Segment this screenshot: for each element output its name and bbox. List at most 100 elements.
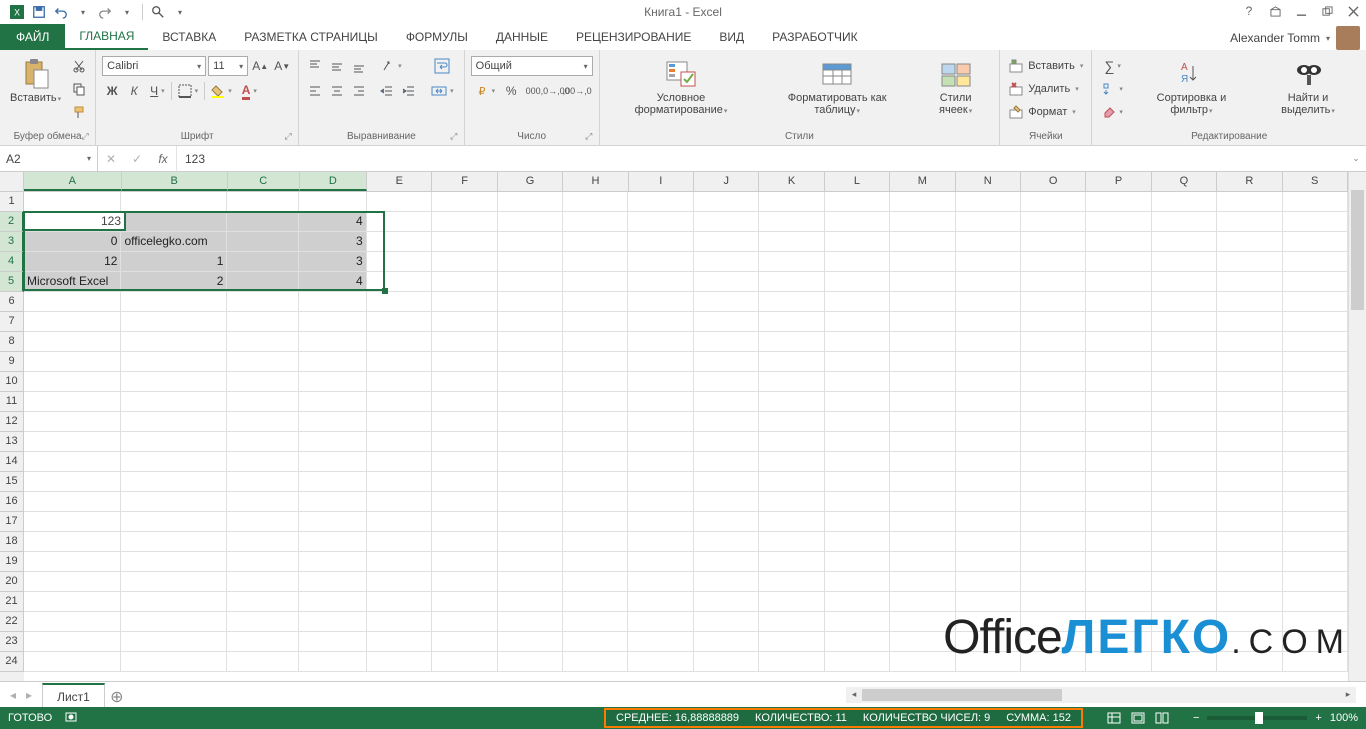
- cell[interactable]: [890, 252, 955, 272]
- cell[interactable]: [227, 332, 299, 352]
- cell[interactable]: [956, 532, 1021, 552]
- cell[interactable]: [24, 592, 121, 612]
- cell[interactable]: [24, 492, 121, 512]
- cell[interactable]: [628, 512, 693, 532]
- cell[interactable]: [956, 212, 1021, 232]
- cell[interactable]: [1152, 652, 1217, 672]
- cell[interactable]: [759, 532, 824, 552]
- cell[interactable]: [299, 292, 366, 312]
- cell[interactable]: [694, 292, 759, 312]
- cell[interactable]: [1086, 392, 1151, 412]
- cell[interactable]: [24, 572, 121, 592]
- cell[interactable]: [299, 452, 366, 472]
- cell[interactable]: [1217, 512, 1282, 532]
- cell[interactable]: [367, 412, 432, 432]
- cell[interactable]: [628, 252, 693, 272]
- cell[interactable]: [498, 432, 563, 452]
- cell[interactable]: [299, 652, 366, 672]
- cell[interactable]: [825, 332, 890, 352]
- add-sheet-button[interactable]: ⊕: [105, 687, 129, 707]
- cell[interactable]: [1021, 272, 1086, 292]
- worksheet-grid[interactable]: ABCDEFGHIJKLMNOPQRS 12345678910111213141…: [0, 172, 1366, 681]
- cell[interactable]: [563, 572, 628, 592]
- font-color-button[interactable]: А▾: [238, 81, 261, 101]
- cell[interactable]: [121, 532, 227, 552]
- sheet-next-icon[interactable]: ▸: [26, 688, 32, 702]
- cell[interactable]: [694, 212, 759, 232]
- cell[interactable]: [1217, 232, 1282, 252]
- cell[interactable]: [1086, 192, 1151, 212]
- col-header-N[interactable]: N: [956, 172, 1021, 191]
- cell[interactable]: [1152, 352, 1217, 372]
- cell[interactable]: [563, 632, 628, 652]
- cell[interactable]: [825, 392, 890, 412]
- cell[interactable]: [694, 552, 759, 572]
- cell[interactable]: [432, 412, 497, 432]
- cell[interactable]: [694, 332, 759, 352]
- col-header-O[interactable]: O: [1021, 172, 1086, 191]
- cell[interactable]: [759, 552, 824, 572]
- cell[interactable]: [890, 552, 955, 572]
- cell[interactable]: [628, 472, 693, 492]
- cell[interactable]: [1217, 472, 1282, 492]
- merge-button[interactable]: ▾: [427, 81, 458, 101]
- cell[interactable]: [694, 252, 759, 272]
- cell[interactable]: [432, 432, 497, 452]
- cell[interactable]: [1283, 232, 1348, 252]
- cell[interactable]: [956, 652, 1021, 672]
- cell[interactable]: [121, 512, 227, 532]
- cell[interactable]: [1217, 312, 1282, 332]
- cell[interactable]: [1021, 612, 1086, 632]
- cell[interactable]: [694, 272, 759, 292]
- cell[interactable]: [1152, 512, 1217, 532]
- cell[interactable]: [1283, 532, 1348, 552]
- cell[interactable]: [1152, 472, 1217, 492]
- vertical-scrollbar[interactable]: [1348, 172, 1366, 681]
- cell[interactable]: [759, 492, 824, 512]
- cell[interactable]: [1152, 232, 1217, 252]
- cell[interactable]: [299, 512, 366, 532]
- cell[interactable]: [432, 492, 497, 512]
- cell[interactable]: [498, 532, 563, 552]
- cell[interactable]: [367, 232, 432, 252]
- cell[interactable]: [563, 472, 628, 492]
- currency-button[interactable]: ₽▾: [471, 81, 500, 101]
- cell[interactable]: [227, 632, 299, 652]
- cell[interactable]: [1217, 632, 1282, 652]
- cell[interactable]: [694, 652, 759, 672]
- cell[interactable]: [825, 592, 890, 612]
- cell[interactable]: [367, 452, 432, 472]
- row-header-14[interactable]: 14: [0, 452, 24, 472]
- cell[interactable]: [694, 592, 759, 612]
- cell[interactable]: [1283, 452, 1348, 472]
- cell[interactable]: [694, 192, 759, 212]
- cell[interactable]: Microsoft Excel: [24, 272, 121, 292]
- row-header-1[interactable]: 1: [0, 192, 24, 212]
- cell[interactable]: [227, 472, 299, 492]
- cell[interactable]: [563, 252, 628, 272]
- cell[interactable]: [121, 352, 227, 372]
- cell[interactable]: [825, 632, 890, 652]
- cell[interactable]: [1217, 212, 1282, 232]
- cell[interactable]: [24, 612, 121, 632]
- cell[interactable]: [1217, 412, 1282, 432]
- cell[interactable]: 123: [24, 212, 121, 232]
- cell[interactable]: [1283, 312, 1348, 332]
- format-painter-button[interactable]: [69, 102, 89, 122]
- cell[interactable]: [759, 332, 824, 352]
- cell[interactable]: [1283, 272, 1348, 292]
- cell[interactable]: [24, 452, 121, 472]
- cell[interactable]: [1021, 352, 1086, 372]
- cell[interactable]: [956, 292, 1021, 312]
- cell[interactable]: [628, 212, 693, 232]
- cell[interactable]: [563, 332, 628, 352]
- cell[interactable]: [498, 252, 563, 272]
- indent-increase-button[interactable]: [399, 81, 419, 101]
- cell[interactable]: [1152, 552, 1217, 572]
- cell[interactable]: [563, 652, 628, 672]
- cell[interactable]: [227, 252, 299, 272]
- cell[interactable]: [890, 332, 955, 352]
- cell[interactable]: [956, 472, 1021, 492]
- insert-cells-button[interactable]: Вставить▾: [1006, 56, 1085, 76]
- col-header-K[interactable]: K: [759, 172, 824, 191]
